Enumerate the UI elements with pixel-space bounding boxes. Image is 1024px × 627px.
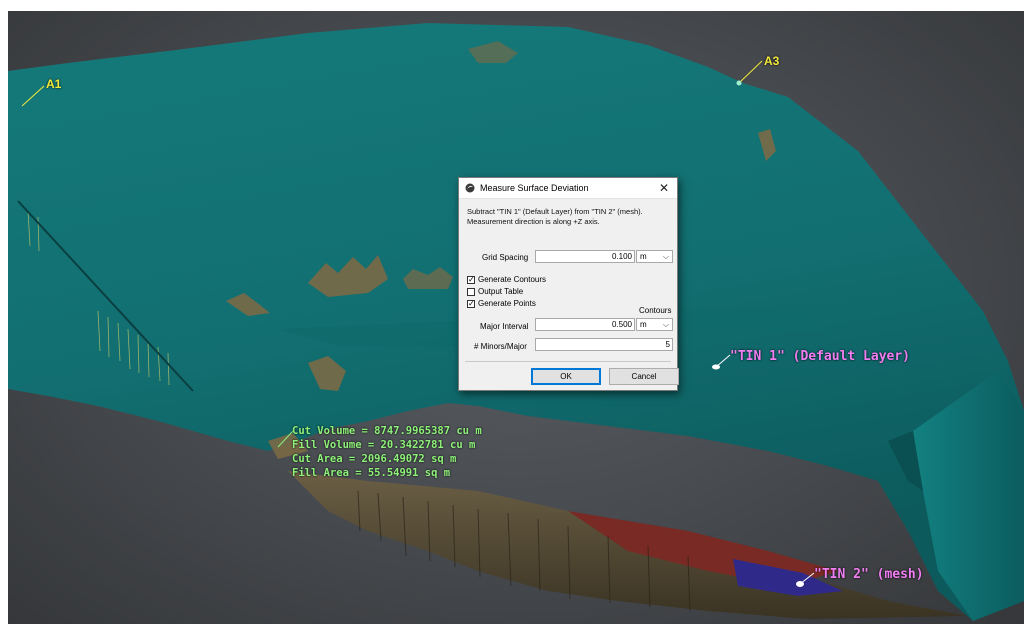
cancel-button[interactable]: Cancel bbox=[609, 368, 679, 385]
dialog-description: Subtract "TIN 1" (Default Layer) from "T… bbox=[467, 207, 672, 226]
dialog-separator bbox=[465, 361, 671, 362]
minors-per-major-label: # Minors/Major bbox=[474, 342, 527, 351]
output-table-checkbox[interactable] bbox=[467, 288, 475, 296]
close-icon[interactable]: ✕ bbox=[657, 181, 671, 195]
chevron-down-icon: ⌵ bbox=[662, 252, 669, 261]
ok-button[interactable]: OK bbox=[531, 368, 601, 385]
generate-contours-checkbox[interactable]: ✓ bbox=[467, 276, 475, 284]
dialog-title-bar[interactable]: Measure Surface Deviation ✕ bbox=[459, 178, 677, 199]
cut-volume-label: Cut Volume = 8747.9965387 cu m bbox=[292, 425, 482, 437]
a1-label: A1 bbox=[46, 77, 62, 91]
dialog-title: Measure Surface Deviation bbox=[480, 183, 589, 193]
description-line-1: Subtract "TIN 1" (Default Layer) from "T… bbox=[467, 207, 643, 216]
major-interval-unit-value: m bbox=[640, 320, 647, 329]
generate-points-checkbox[interactable]: ✓ bbox=[467, 300, 475, 308]
generate-points-label: Generate Points bbox=[478, 299, 536, 308]
grid-spacing-unit-value: m bbox=[640, 252, 647, 261]
minors-per-major-input[interactable]: 5 bbox=[535, 338, 673, 351]
major-interval-label: Major Interval bbox=[480, 322, 529, 331]
major-interval-input[interactable]: 0.500 bbox=[535, 318, 635, 331]
a3-marker bbox=[736, 60, 763, 86]
cut-area-label: Cut Area = 2096.49072 sq m bbox=[292, 453, 457, 465]
terrain-underside bbox=[288, 471, 968, 619]
app-icon bbox=[465, 183, 475, 193]
tin1-label: "TIN 1" (Default Layer) bbox=[730, 349, 911, 364]
fill-volume-label: Fill Volume = 20.3422781 cu m bbox=[292, 439, 476, 451]
output-table-label: Output Table bbox=[478, 287, 524, 296]
fill-area-label: Fill Area = 55.54991 sq m bbox=[292, 467, 451, 479]
major-interval-unit-select[interactable]: m ⌵ bbox=[636, 318, 673, 331]
grid-spacing-label: Grid Spacing bbox=[482, 253, 529, 262]
chevron-down-icon: ⌵ bbox=[662, 320, 669, 329]
tin2-label: "TIN 2" (mesh) bbox=[814, 567, 924, 582]
generate-contours-label: Generate Contours bbox=[478, 275, 547, 284]
contours-heading: Contours bbox=[639, 306, 672, 315]
measure-surface-deviation-dialog: Measure Surface Deviation ✕ Subtract "TI… bbox=[458, 177, 679, 391]
grid-spacing-unit-select[interactable]: m ⌵ bbox=[636, 250, 673, 263]
grid-spacing-input[interactable]: 0.100 bbox=[535, 250, 635, 263]
a3-label: A3 bbox=[764, 54, 780, 68]
description-line-2: Measurement direction is along +Z axis. bbox=[467, 216, 600, 226]
